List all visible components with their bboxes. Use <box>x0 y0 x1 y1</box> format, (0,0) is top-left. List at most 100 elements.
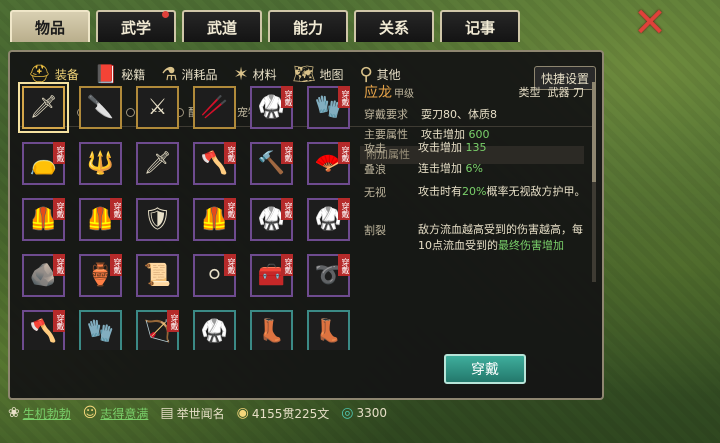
worn-badge: 穿戴 <box>53 310 65 332</box>
garment-item[interactable]: 🥋 <box>193 310 236 350</box>
boots-1[interactable]: 👢 <box>250 310 293 350</box>
top-tab-3[interactable]: 能力 <box>268 10 348 42</box>
staff-item-icon: 🥢 <box>200 95 229 120</box>
top-tab-5[interactable]: 记事 <box>440 10 520 42</box>
spear-item-icon: 🔱 <box>86 151 115 176</box>
category-tab-label: 消耗品 <box>181 67 218 82</box>
dagger-item-icon: 🔪 <box>86 95 115 120</box>
sword-item-icon: 🗡 <box>29 95 58 120</box>
top-tab-1[interactable]: 武学 <box>96 10 176 42</box>
chest-item[interactable]: 🧰 穿戴 <box>250 254 293 297</box>
pouch-item[interactable]: 👝 穿戴 <box>22 142 65 185</box>
gauntlet-item[interactable]: 🧤 <box>79 310 122 350</box>
sword-item[interactable]: 🗡 <box>18 82 69 133</box>
glaive-item[interactable]: 🗡 <box>136 142 179 185</box>
attribute-key: 割裂 <box>364 224 386 237</box>
category-tab-label: 秘籍 <box>121 67 146 82</box>
rod-item[interactable]: 🏹 穿戴 <box>136 310 179 350</box>
worn-badge: 穿戴 <box>338 86 350 108</box>
staff-item[interactable]: 🥢 <box>193 86 236 129</box>
jade-item[interactable]: 🪨 穿戴 <box>22 254 65 297</box>
worn-badge: 穿戴 <box>338 254 350 276</box>
status-money: ◉ 4155贯225文 <box>236 405 330 421</box>
attribute-value: 攻击时有20%概率无视敌方护甲。 <box>418 185 586 198</box>
category-tab-label: 材料 <box>252 67 277 82</box>
notification-dot <box>162 11 169 18</box>
top-tab-bar: 物品 武学 武道 能力 关系 记事 <box>10 10 520 42</box>
dagger-item[interactable]: 🔪 <box>79 86 122 129</box>
armor-3[interactable]: 🛡 <box>136 198 179 241</box>
requirement-row: 穿戴要求 耍刀80、体质8 <box>364 108 497 121</box>
status-vitality: ❀ 生机勃勃 <box>8 405 71 421</box>
armor-2[interactable]: 🦺 穿戴 <box>79 198 122 241</box>
smile-icon: ☺ <box>82 405 98 421</box>
worn-badge: 穿戴 <box>338 198 350 220</box>
scroll-item-icon: 📜 <box>143 263 172 288</box>
item-type: 类型 武器 刀 <box>518 86 585 99</box>
armor-1[interactable]: 🦺 穿戴 <box>22 198 65 241</box>
bracer-item[interactable]: 🧤 穿戴 <box>307 86 350 129</box>
worn-badge: 穿戴 <box>224 142 236 164</box>
scroll-item[interactable]: 📜 <box>136 254 179 297</box>
wear-button[interactable]: 穿戴 <box>444 354 526 384</box>
attribute-value: 敌方流血越高受到的伤害越高，每10点流血受到的最终伤害增加 <box>418 223 583 252</box>
top-tab-4[interactable]: 关系 <box>354 10 434 42</box>
spear-item[interactable]: 🔱 <box>79 142 122 185</box>
close-icon[interactable]: ✕ <box>632 3 668 43</box>
pearl-item-icon: ⚪ <box>205 263 224 288</box>
attribute-value: 连击增加 6% <box>418 162 483 175</box>
jar-item[interactable]: 🏺 穿戴 <box>79 254 122 297</box>
worn-badge: 穿戴 <box>53 142 65 164</box>
robe-item[interactable]: 🥋 穿戴 <box>250 86 293 129</box>
garment-item-icon: 🥋 <box>200 319 229 344</box>
attribute-key: 无视 <box>364 186 386 199</box>
detail-scrollbar[interactable] <box>592 82 596 282</box>
boots-2[interactable]: 👢 <box>307 310 350 350</box>
worn-badge: 穿戴 <box>281 86 293 108</box>
armor-3-icon: 🛡 <box>143 207 172 232</box>
worn-badge: 穿戴 <box>167 310 179 332</box>
armor-5[interactable]: 🥋 穿戴 <box>250 198 293 241</box>
pearl-item[interactable]: ⚪ 穿戴 <box>193 254 236 297</box>
worn-badge: 穿戴 <box>53 198 65 220</box>
fan-item[interactable]: 🪭 穿戴 <box>307 142 350 185</box>
armor-4[interactable]: 🦺 穿戴 <box>193 198 236 241</box>
status-jade: ◎ 3300 <box>341 405 388 421</box>
item-grid: 🗡 🔪 ⚔ 🥢 🥋 穿戴 🧤 穿戴 👝 穿戴 🔱 🗡 🪓 穿戴 🔨 穿戴 🪭 穿戴 🦺 穿戴 🦺 穿戴 🛡 🦺 穿戴 🥋 穿戴 🥋 穿戴… <box>18 82 358 350</box>
boots-1-icon: 👢 <box>257 319 286 344</box>
worn-badge: 穿戴 <box>110 254 122 276</box>
attribute-key: 叠浪 <box>364 163 386 176</box>
worn-badge: 穿戴 <box>281 254 293 276</box>
worn-badge: 穿戴 <box>224 198 236 220</box>
vitality-icon: ❀ <box>8 405 20 421</box>
status-bar: ❀ 生机勃勃 ☺ 志得意满 ▤ 举世闻名 ◉ 4155贯225文 ◎ 3300 <box>8 402 604 424</box>
category-tab-label: 装备 <box>54 67 79 82</box>
whip-item[interactable]: ➰ 穿戴 <box>307 254 350 297</box>
attribute-value: 攻击增加 135 <box>418 141 487 154</box>
blade-item[interactable]: ⚔ <box>136 86 179 129</box>
top-tab-2[interactable]: 武道 <box>182 10 262 42</box>
status-fame: ▤ 举世闻名 <box>160 405 225 421</box>
status-mood: ☺ 志得意满 <box>82 405 149 421</box>
mace-item[interactable]: 🔨 穿戴 <box>250 142 293 185</box>
blade-item-icon: ⚔ <box>147 95 168 120</box>
category-tab-label: 其他 <box>376 67 401 82</box>
boots-2-icon: 👢 <box>314 319 343 344</box>
worn-badge: 穿戴 <box>281 142 293 164</box>
worn-badge: 穿戴 <box>338 142 350 164</box>
gauntlet-item-icon: 🧤 <box>86 319 115 344</box>
glaive-item-icon: 🗡 <box>143 151 172 176</box>
item-detail-pane: 应龙 甲级 类型 武器 刀 穿戴要求 耍刀80、体质8 主要属性 攻击增加 600… <box>356 82 596 350</box>
worn-badge: 穿戴 <box>281 198 293 220</box>
attribute-key: 攻击 <box>364 142 386 155</box>
armor-6[interactable]: 🥋 穿戴 <box>307 198 350 241</box>
worn-badge: 穿戴 <box>224 254 236 276</box>
top-tab-0[interactable]: 物品 <box>10 10 90 42</box>
flag-icon: ▤ <box>160 405 174 421</box>
item-name: 应龙 甲级 <box>364 85 414 101</box>
coin-icon: ◉ <box>236 405 249 421</box>
axe-item[interactable]: 🪓 穿戴 <box>22 310 65 350</box>
worn-badge: 穿戴 <box>110 198 122 220</box>
category-tab-label: 地图 <box>319 67 344 82</box>
broadsword-item[interactable]: 🪓 穿戴 <box>193 142 236 185</box>
